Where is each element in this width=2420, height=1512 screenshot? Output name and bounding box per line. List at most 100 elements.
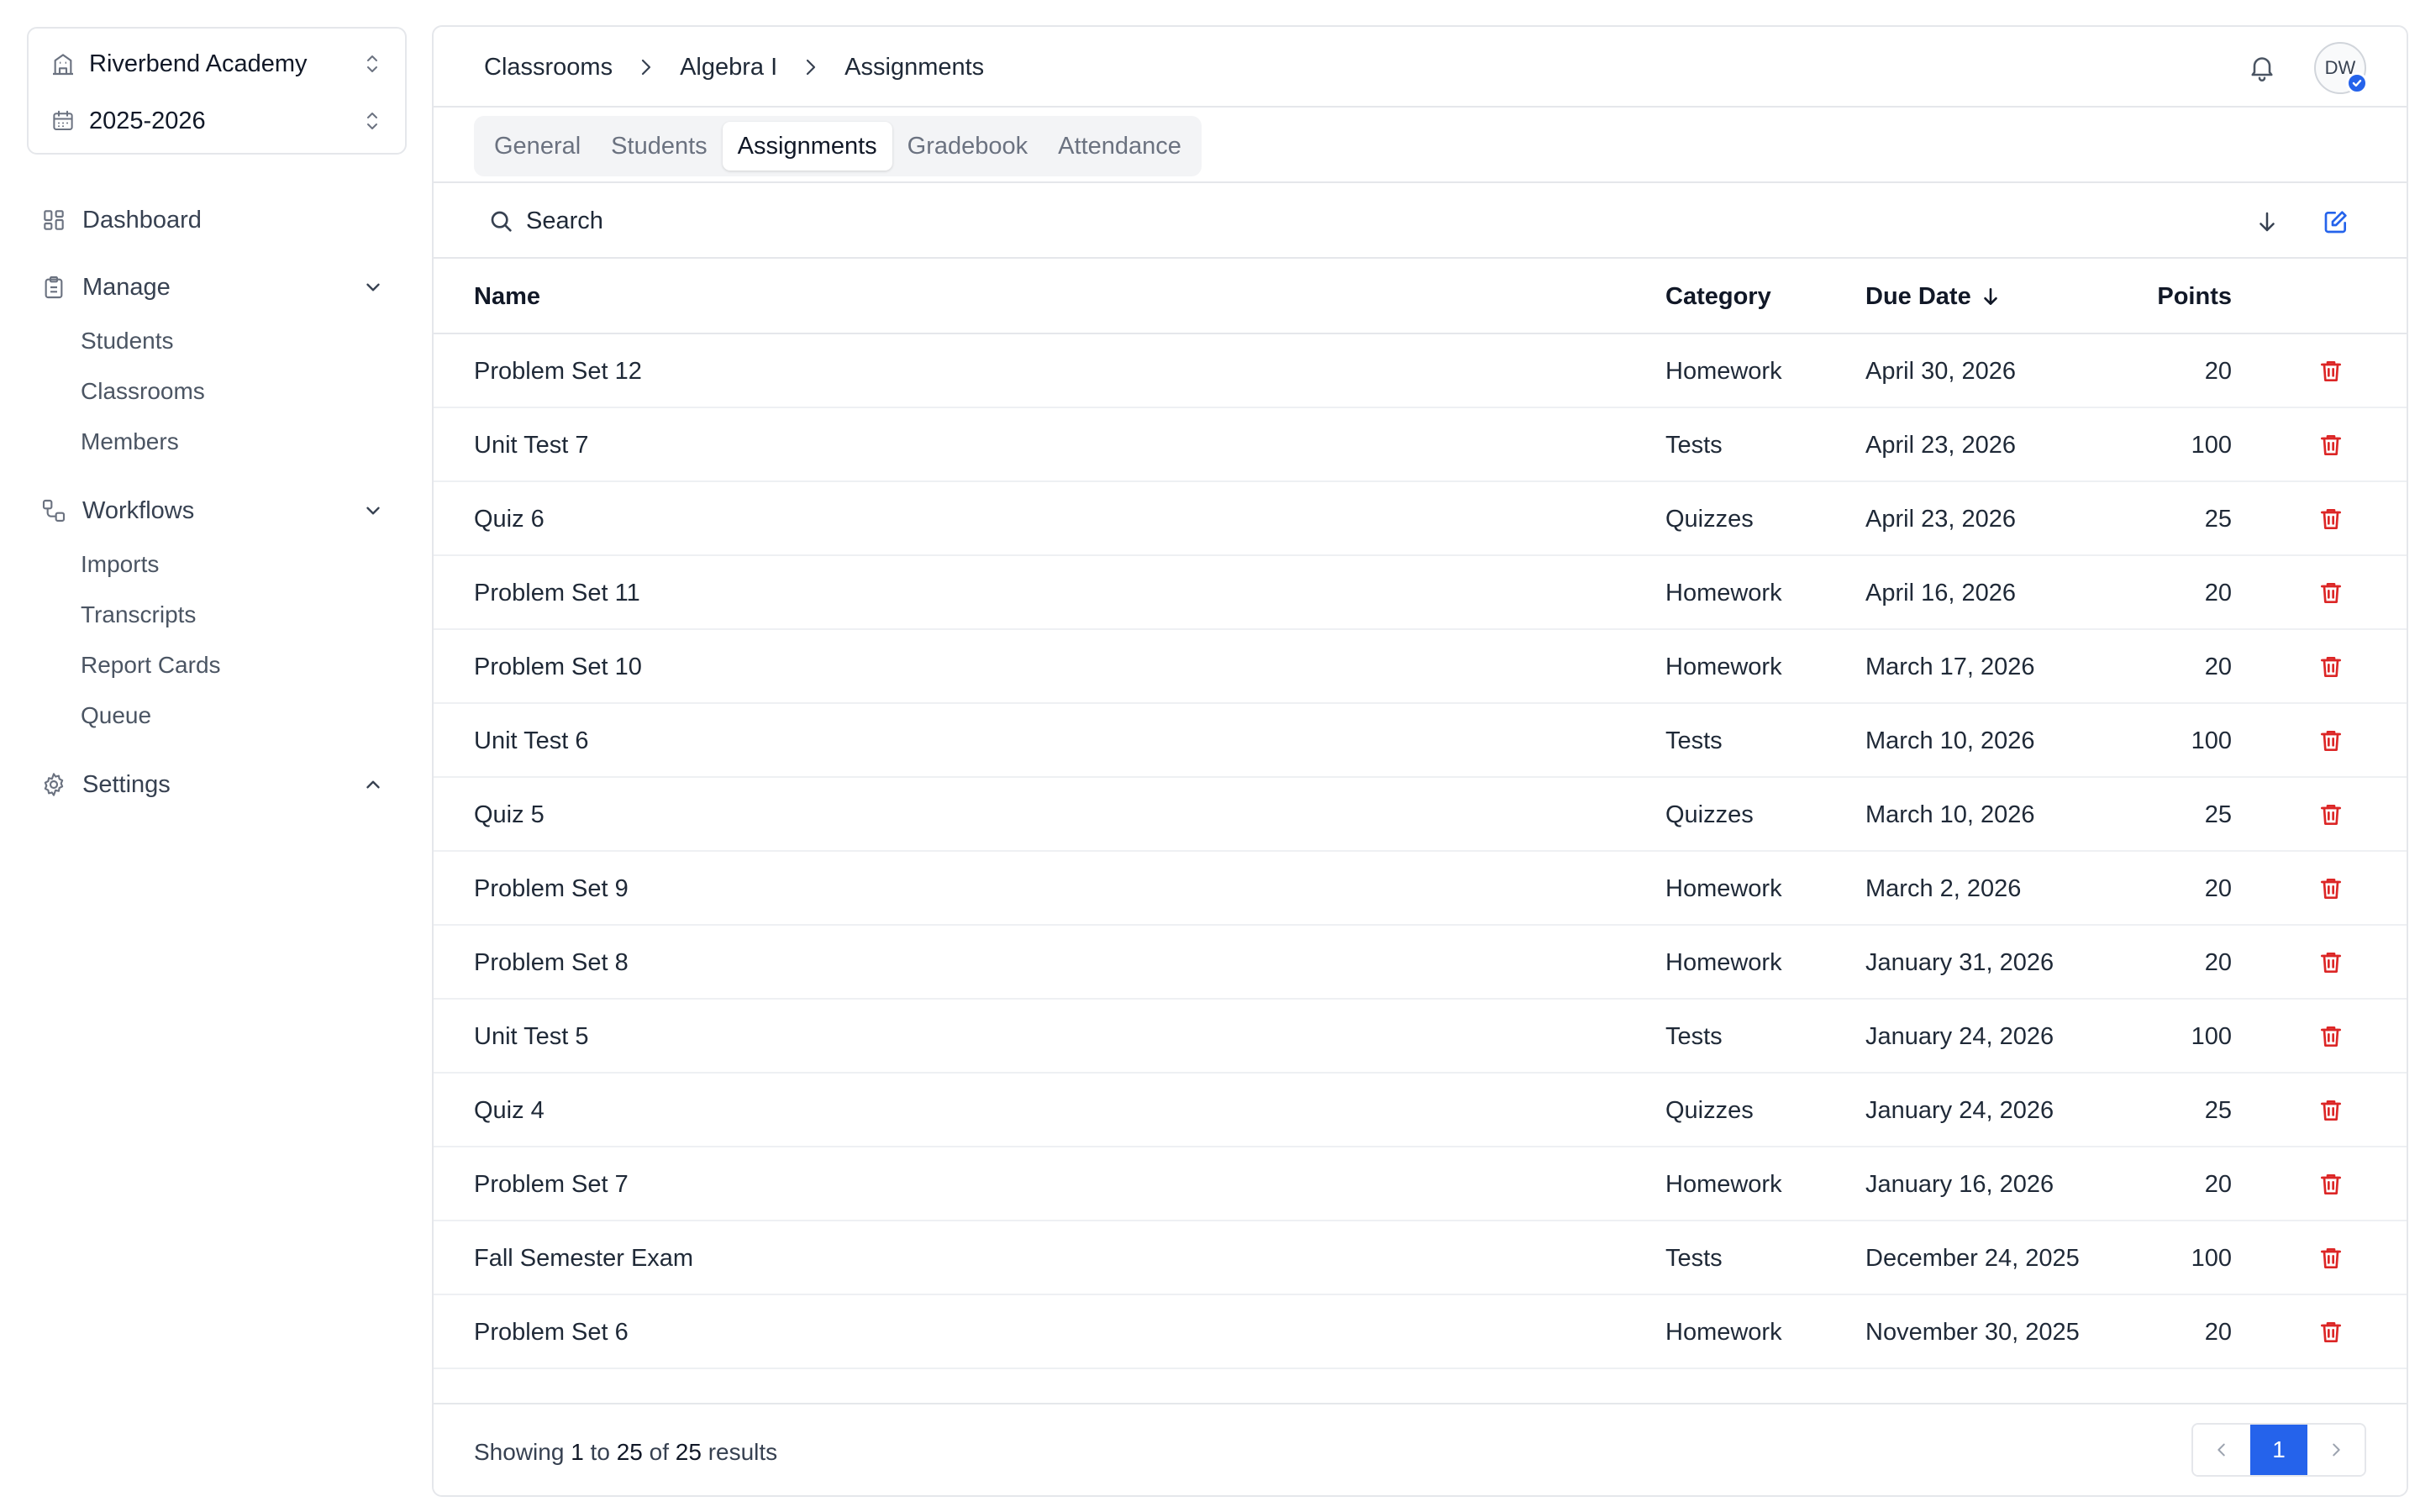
table-body: Problem Set 12 Homework April 30, 2026 20 Un… bbox=[434, 334, 2407, 1411]
cell-name: Problem Set 11 bbox=[474, 579, 640, 606]
top-bar: Classrooms Algebra I Assignments DW bbox=[434, 27, 2407, 108]
sidebar-item-label: Manage bbox=[82, 273, 171, 301]
table-row[interactable]: Fall Semester Exam Tests December 24, 2025… bbox=[434, 1221, 2407, 1295]
table-row[interactable]: Quiz 4 Quizzes January 24, 2026 25 bbox=[434, 1074, 2407, 1147]
header-name[interactable]: Name bbox=[474, 259, 540, 334]
cell-category: Tests bbox=[1665, 727, 1723, 754]
trash-icon[interactable] bbox=[2312, 1092, 2349, 1129]
year-switcher[interactable]: 2025-2026 bbox=[29, 94, 405, 148]
cell-due-date: March 10, 2026 bbox=[1865, 801, 2035, 828]
cell-points: 100 bbox=[2191, 1244, 2232, 1272]
trash-icon[interactable] bbox=[2312, 1314, 2349, 1351]
tab-assignments[interactable]: Assignments bbox=[722, 122, 892, 171]
trash-icon[interactable] bbox=[2312, 870, 2349, 907]
table-row[interactable]: Unit Test 6 Tests March 10, 2026 100 bbox=[434, 704, 2407, 778]
trash-icon[interactable] bbox=[2312, 353, 2349, 390]
sidebar-item-report-cards[interactable]: Report Cards bbox=[81, 643, 221, 687]
verified-check-icon bbox=[2346, 72, 2368, 94]
arrow-down-icon[interactable] bbox=[2249, 203, 2286, 240]
sidebar-item-students[interactable]: Students bbox=[81, 319, 174, 363]
dashboard-icon bbox=[39, 205, 69, 235]
cell-category: Tests bbox=[1665, 431, 1723, 459]
header-points[interactable]: Points bbox=[2114, 259, 2232, 334]
edit-icon[interactable] bbox=[2317, 203, 2354, 240]
main-panel: Classrooms Algebra I Assignments DW Gene… bbox=[432, 25, 2408, 1497]
chevron-down-icon[interactable] bbox=[356, 494, 390, 528]
chevron-up-icon[interactable] bbox=[356, 768, 390, 801]
pagination: 1 bbox=[2191, 1423, 2366, 1477]
table-row[interactable]: Problem Set 12 Homework April 30, 2026 20 bbox=[434, 334, 2407, 408]
sidebar-item-queue[interactable]: Queue bbox=[81, 694, 151, 738]
trash-icon[interactable] bbox=[2312, 575, 2349, 612]
next-page-button[interactable] bbox=[2307, 1425, 2365, 1475]
tab-attendance[interactable]: Attendance bbox=[1043, 122, 1197, 171]
header-category[interactable]: Category bbox=[1665, 259, 1771, 334]
table-row[interactable]: Unit Test 5 Tests January 24, 2026 100 bbox=[434, 1000, 2407, 1074]
sidebar-item-workflows[interactable]: Workflows bbox=[0, 487, 420, 534]
table-row[interactable]: Problem Set 8 Homework January 31, 2026 20 bbox=[434, 926, 2407, 1000]
clipboard-icon bbox=[39, 272, 69, 302]
trash-icon[interactable] bbox=[2312, 1240, 2349, 1277]
table-row[interactable]: Unit Test 7 Tests April 23, 2026 100 bbox=[434, 408, 2407, 482]
sidebar-item-classrooms[interactable]: Classrooms bbox=[81, 370, 205, 413]
sidebar-item-dashboard[interactable]: Dashboard bbox=[0, 197, 420, 244]
breadcrumb-classrooms[interactable]: Classrooms bbox=[484, 54, 613, 81]
tab-list: General Students Assignments Gradebook A… bbox=[474, 116, 1202, 176]
cell-due-date: January 31, 2026 bbox=[1865, 948, 2054, 976]
breadcrumb-assignments: Assignments bbox=[844, 53, 985, 81]
tab-students[interactable]: Students bbox=[596, 122, 722, 171]
cell-due-date: March 10, 2026 bbox=[1865, 727, 2035, 754]
cell-points: 100 bbox=[2191, 727, 2232, 754]
cell-points: 25 bbox=[2204, 801, 2232, 828]
cell-points: 20 bbox=[2204, 948, 2232, 976]
tab-general[interactable]: General bbox=[479, 122, 596, 171]
page-button-current[interactable]: 1 bbox=[2250, 1425, 2307, 1475]
trash-icon[interactable] bbox=[2312, 1018, 2349, 1055]
trash-icon[interactable] bbox=[2312, 722, 2349, 759]
breadcrumb-algebra[interactable]: Algebra I bbox=[680, 54, 777, 81]
search-input[interactable] bbox=[526, 200, 1534, 242]
cell-points: 100 bbox=[2191, 1022, 2232, 1050]
trash-icon[interactable] bbox=[2312, 427, 2349, 464]
table-header: Name Category Due Date Points bbox=[434, 259, 2407, 334]
sidebar-item-imports[interactable]: Imports bbox=[81, 543, 159, 586]
trash-icon[interactable] bbox=[2312, 796, 2349, 833]
table-row[interactable]: Quiz 6 Quizzes April 23, 2026 25 bbox=[434, 482, 2407, 556]
table-row[interactable]: Problem Set 9 Homework March 2, 2026 20 bbox=[434, 852, 2407, 926]
sidebar-item-members[interactable]: Members bbox=[81, 420, 179, 464]
table-row[interactable]: Problem Set 7 Homework January 16, 2026 20 bbox=[434, 1147, 2407, 1221]
cell-name: Quiz 4 bbox=[474, 1096, 544, 1124]
cell-category: Tests bbox=[1665, 1022, 1723, 1050]
sidebar-item-manage[interactable]: Manage bbox=[0, 264, 420, 311]
org-switcher[interactable]: Riverbend Academy bbox=[29, 37, 405, 91]
cell-category: Homework bbox=[1665, 653, 1782, 680]
prev-page-button[interactable] bbox=[2193, 1425, 2250, 1475]
cell-category: Homework bbox=[1665, 579, 1782, 606]
cell-category: Homework bbox=[1665, 948, 1782, 976]
search-bar bbox=[434, 183, 2407, 259]
org-name: Riverbend Academy bbox=[89, 50, 308, 77]
table-row[interactable]: Problem Set 10 Homework March 17, 2026 20 bbox=[434, 630, 2407, 704]
sidebar-item-settings[interactable]: Settings bbox=[0, 761, 420, 808]
table-row[interactable]: Problem Set 6 Homework November 30, 2025 20 bbox=[434, 1295, 2407, 1369]
tab-gradebook[interactable]: Gradebook bbox=[892, 122, 1044, 171]
sidebar-item-transcripts[interactable]: Transcripts bbox=[81, 593, 196, 637]
cell-points: 20 bbox=[2204, 1318, 2232, 1346]
header-due-date[interactable]: Due Date bbox=[1865, 259, 2002, 334]
chevron-down-icon[interactable] bbox=[356, 270, 390, 304]
cell-category: Quizzes bbox=[1665, 505, 1754, 533]
trash-icon[interactable] bbox=[2312, 648, 2349, 685]
cell-due-date: January 16, 2026 bbox=[1865, 1170, 2054, 1198]
trash-icon[interactable] bbox=[2312, 944, 2349, 981]
workflow-icon bbox=[39, 496, 69, 526]
cell-name: Problem Set 12 bbox=[474, 357, 642, 385]
bell-icon[interactable] bbox=[2244, 49, 2281, 86]
table-row[interactable]: Quiz 5 Quizzes March 10, 2026 25 bbox=[434, 778, 2407, 852]
trash-icon[interactable] bbox=[2312, 501, 2349, 538]
sidebar-item-label: Settings bbox=[82, 770, 171, 798]
table-row[interactable]: Problem Set 11 Homework April 16, 2026 20 bbox=[434, 556, 2407, 630]
cell-name: Unit Test 5 bbox=[474, 1022, 589, 1050]
cell-name: Fall Semester Exam bbox=[474, 1244, 694, 1272]
trash-icon[interactable] bbox=[2312, 1166, 2349, 1203]
avatar[interactable]: DW bbox=[2314, 42, 2368, 94]
